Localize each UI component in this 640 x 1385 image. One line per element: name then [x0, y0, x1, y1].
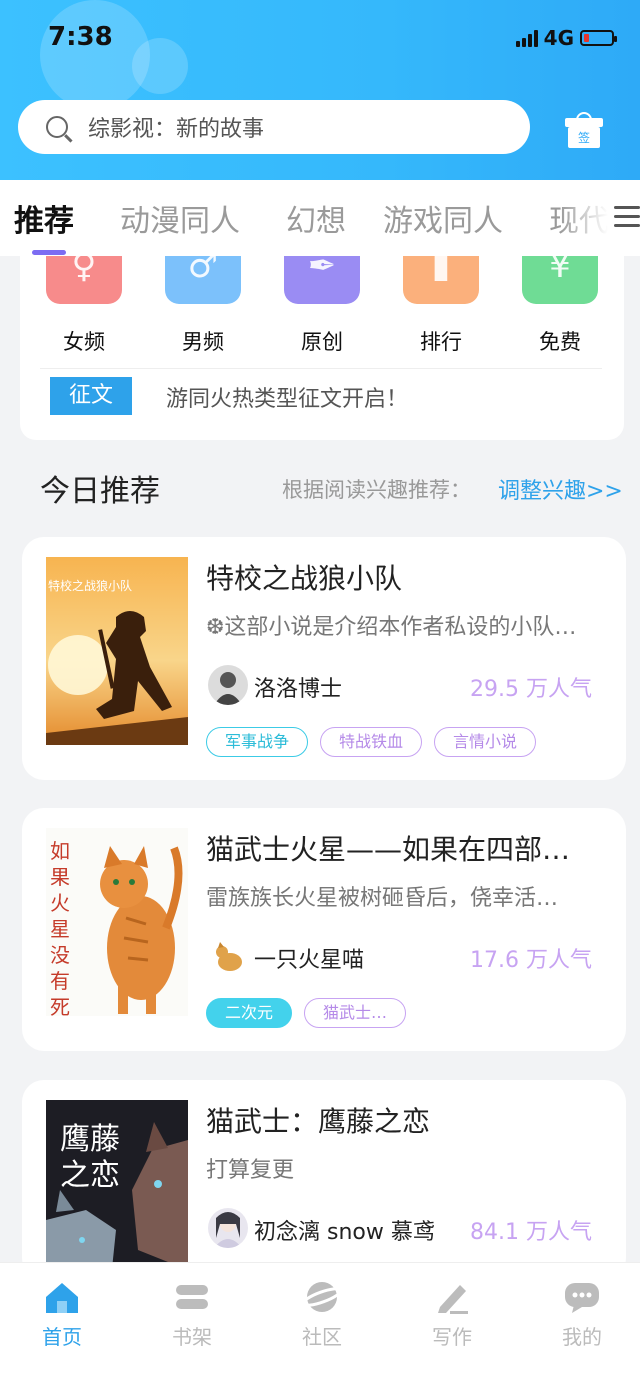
author-avatar — [208, 1208, 248, 1248]
search-icon — [46, 116, 68, 138]
tag[interactable]: 猫武士… — [304, 998, 407, 1028]
book-title: 特校之战狼小队 — [206, 562, 403, 595]
notice-badge: 征文 — [50, 377, 132, 415]
menu-icon[interactable] — [614, 206, 640, 233]
book-title: 猫武士：鹰藤之恋 — [206, 1105, 431, 1138]
category-original[interactable]: ✒ 原创 — [284, 256, 360, 356]
signal-icon — [515, 29, 538, 47]
decor-bubble — [132, 38, 188, 94]
home-icon — [42, 1279, 82, 1315]
nav-bookshelf[interactable]: 书架 — [152, 1279, 232, 1350]
popularity-count: 84.1 万人气 — [470, 1220, 592, 1245]
section-hint: 根据阅读兴趣推荐： — [282, 478, 471, 502]
checkin-label: 签 — [568, 127, 600, 148]
tag-list: 军事战争 特战铁血 言情小说 — [206, 727, 537, 757]
tab-fantasy[interactable]: 幻想 — [286, 196, 346, 240]
tab-anime-fanfic[interactable]: 动漫同人 — [120, 196, 240, 240]
female-icon: ♀ — [46, 256, 122, 304]
status-time: 7:38 — [48, 22, 113, 52]
yen-icon: ¥ — [522, 256, 598, 304]
book-card[interactable]: 特校之战狼小队 特校之战狼小队 ❆这部小说是介绍本作者私设的小队… 洛洛博士 2… — [22, 537, 626, 780]
book-description: ❆这部小说是介绍本作者私设的小队… — [206, 615, 577, 640]
ranking-icon: ▮ — [403, 256, 479, 304]
category-panel: ♀ 女频 ♂ 男频 ✒ 原创 ▮ 排行 ¥ 免费 征文 游同火热类型征文开启！ — [20, 256, 624, 440]
search-bar[interactable]: 综影视：新的故事 — [18, 100, 530, 154]
book-card[interactable]: 如果火星没有死 猫武士火星——如果在四部… 雷族族长火星被树砸昏后，侥幸活… 一… — [22, 808, 626, 1051]
network-type: 4G — [543, 26, 574, 50]
author-avatar — [208, 936, 248, 976]
book-description: 打算复更 — [206, 1158, 295, 1183]
nav-profile[interactable]: 我的 — [542, 1279, 622, 1350]
bookshelf-icon — [172, 1279, 212, 1315]
category-tabs: 推荐 动漫同人 幻想 游戏同人 现代 — [0, 180, 640, 256]
community-icon — [301, 1279, 343, 1315]
nav-home[interactable]: 首页 — [22, 1279, 102, 1350]
nav-write[interactable]: 写作 — [412, 1279, 492, 1350]
book-cover: 如果火星没有死 — [46, 828, 188, 1016]
adjust-interest-link[interactable]: 调整兴趣>> — [498, 473, 623, 505]
notice-bar[interactable]: 征文 游同火热类型征文开启！ — [40, 368, 602, 425]
write-icon — [432, 1279, 472, 1315]
book-description: 雷族族长火星被树砸昏后，侥幸活… — [206, 886, 559, 911]
popularity-count: 17.6 万人气 — [470, 948, 592, 973]
category-ranking[interactable]: ▮ 排行 — [403, 256, 479, 356]
author-name: 初念漓 snow 慕鸢 — [254, 1220, 435, 1245]
tag[interactable]: 军事战争 — [206, 727, 309, 757]
popularity-count: 29.5 万人气 — [470, 677, 592, 702]
pen-nib-icon: ✒ — [284, 256, 360, 304]
tab-game-fanfic[interactable]: 游戏同人 — [383, 196, 503, 240]
book-card[interactable]: 鹰藤之恋 猫武士：鹰藤之恋 打算复更 初念漓 snow 慕鸢 84.1 万人气 — [22, 1080, 626, 1280]
author-avatar — [208, 665, 248, 705]
book-cover: 鹰藤之恋 — [46, 1100, 188, 1280]
tag[interactable]: 特战铁血 — [320, 727, 423, 757]
category-free[interactable]: ¥ 免费 — [522, 256, 598, 356]
cover-title: 如果火星没有死 — [50, 839, 70, 1016]
top-header: 7:38 4G 综影视：新的故事 签 — [0, 0, 640, 180]
tab-recommend[interactable]: 推荐 — [14, 196, 74, 240]
search-placeholder: 综影视：新的故事 — [88, 117, 265, 142]
author-name: 洛洛博士 — [254, 677, 343, 702]
cover-title: 鹰藤之恋 — [60, 1122, 120, 1193]
checkin-gift-button[interactable]: 签 — [565, 112, 603, 148]
book-cover: 特校之战狼小队 — [46, 557, 188, 745]
cover-title: 特校之战狼小队 — [48, 579, 133, 593]
category-female[interactable]: ♀ 女频 — [46, 256, 122, 356]
profile-icon — [562, 1279, 602, 1315]
bottom-navigation: 首页 书架 社区 写作 我的 — [0, 1262, 640, 1385]
battery-icon — [580, 30, 617, 46]
tag-list: 二次元 猫武士… — [206, 998, 407, 1028]
tag[interactable]: 二次元 — [206, 998, 293, 1028]
author-name: 一只火星喵 — [254, 948, 365, 973]
status-indicators: 4G — [515, 26, 617, 50]
book-title: 猫武士火星——如果在四部… — [206, 833, 571, 866]
tag[interactable]: 言情小说 — [434, 727, 537, 757]
section-title: 今日推荐 — [40, 474, 160, 509]
category-male[interactable]: ♂ 男频 — [165, 256, 241, 356]
notice-text: 游同火热类型征文开启！ — [166, 387, 409, 412]
nav-community[interactable]: 社区 — [282, 1279, 362, 1350]
male-icon: ♂ — [165, 256, 241, 304]
active-tab-indicator — [32, 250, 66, 255]
